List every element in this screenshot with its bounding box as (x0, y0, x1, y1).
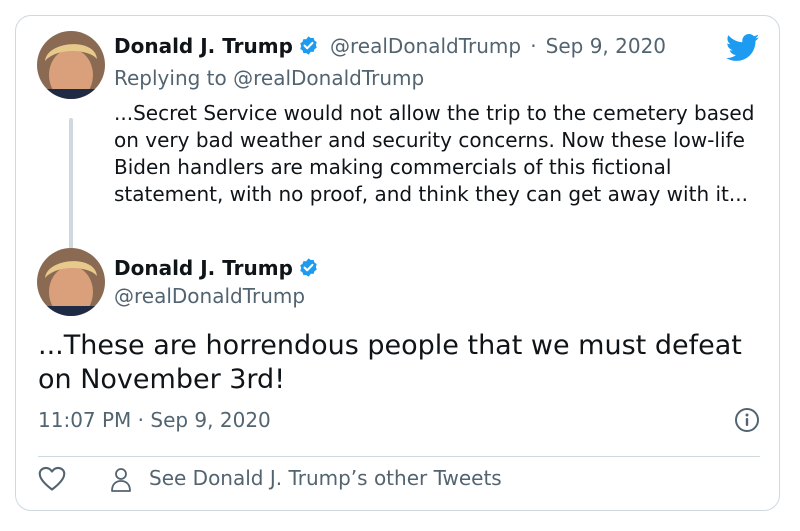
replying-to-label[interactable]: Replying to @realDonaldTrump (114, 66, 424, 90)
parent-tweet-text: ...Secret Service would not allow the tr… (114, 101, 755, 206)
info-icon[interactable] (734, 407, 760, 437)
header-separator: · (530, 34, 537, 58)
author-handle[interactable]: @realDonaldTrump (114, 284, 305, 308)
author-avatar[interactable] (37, 248, 105, 316)
verified-badge-icon (298, 257, 319, 282)
heart-icon[interactable] (38, 466, 66, 496)
twitter-bird-icon[interactable] (725, 34, 760, 66)
verified-badge-icon (298, 35, 319, 60)
author-handle[interactable]: @realDonaldTrump (330, 34, 521, 58)
see-other-tweets-link[interactable]: See Donald J. Trump’s other Tweets (149, 466, 502, 490)
author-name[interactable]: Donald J. Trump (114, 256, 293, 280)
main-tweet-header: Donald J. Trump (114, 256, 319, 282)
author-name[interactable]: Donald J. Trump (114, 34, 293, 58)
parent-tweet-header: Donald J. Trump @realDonaldTrump · Sep 9… (114, 34, 666, 60)
tweet-date[interactable]: Sep 9, 2020 (546, 34, 666, 58)
author-avatar[interactable] (37, 31, 105, 99)
thread-connector-line (69, 118, 73, 258)
main-tweet-text: ...These are horrendous people that we m… (38, 330, 742, 395)
tweet-timestamp[interactable]: 11:07 PM · Sep 9, 2020 (38, 408, 271, 432)
embedded-tweet-card[interactable]: Donald J. Trump @realDonaldTrump · Sep 9… (15, 15, 780, 511)
footer-divider (38, 456, 760, 457)
person-icon[interactable] (109, 467, 133, 497)
